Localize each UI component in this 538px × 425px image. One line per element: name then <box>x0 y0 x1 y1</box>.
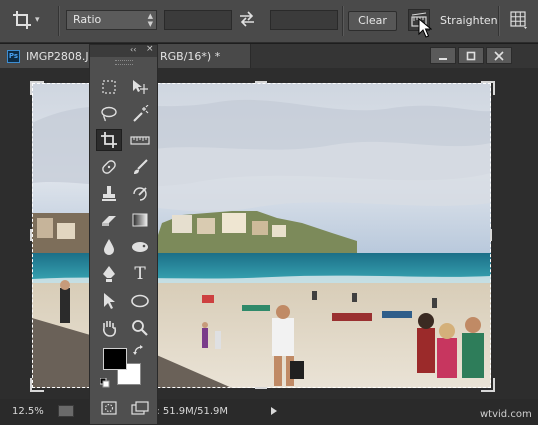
straighten-label: Straighten <box>440 14 498 27</box>
document-title-suffix: RGB/16*) * <box>160 50 221 63</box>
document-tab-bar: Ps IMGP2808.J RGB/16*) * <box>0 44 538 68</box>
zoom-level[interactable]: 12.5% <box>12 406 44 417</box>
height-ratio-input[interactable] <box>270 10 338 30</box>
watermark: wtvid.com <box>480 409 532 420</box>
history-brush-tool[interactable] <box>127 183 153 205</box>
eraser-icon <box>102 216 116 226</box>
collapse-panel-icon[interactable]: ‹‹ <box>130 45 136 54</box>
ratio-select-value: Ratio <box>73 13 102 26</box>
photoshop-file-icon: Ps <box>7 49 20 63</box>
divider <box>498 6 500 36</box>
type-tool[interactable]: T <box>127 263 153 285</box>
foreground-color-swatch[interactable] <box>103 348 127 370</box>
clone-stamp-tool[interactable] <box>96 183 122 205</box>
pen-icon <box>103 266 115 282</box>
maximize-button[interactable] <box>458 47 484 64</box>
ratio-select[interactable]: Ratio ▲ ▼ <box>66 10 157 30</box>
crop-handle-left[interactable] <box>30 229 32 241</box>
drop-icon <box>104 239 114 255</box>
crop-handle-bottom-left[interactable] <box>30 378 44 392</box>
default-colors-icon[interactable] <box>99 377 110 391</box>
swap-colors-icon[interactable] <box>133 345 145 360</box>
swap-icon[interactable] <box>238 11 256 30</box>
screen-mode-button[interactable] <box>127 397 153 419</box>
sponge-icon <box>132 242 148 252</box>
bandage-icon <box>102 160 116 174</box>
crop-handle-top[interactable] <box>255 81 267 83</box>
status-info-icon[interactable] <box>58 405 74 417</box>
updown-arrows-icon: ▲ ▼ <box>147 12 153 28</box>
chevron-down-icon: ▾ <box>35 15 40 25</box>
crop-handle-top-right[interactable] <box>481 81 495 95</box>
marquee-icon <box>102 80 116 94</box>
blur-tool[interactable] <box>96 236 122 258</box>
options-bar: ▾ Ratio ▲ ▼ Clear Straighten <box>0 0 538 43</box>
quick-mask-icon <box>101 401 117 415</box>
clear-button[interactable]: Clear <box>348 11 397 31</box>
arrow-pointer-icon <box>104 293 115 309</box>
tools-panel-header[interactable]: ‹‹ × <box>90 44 157 57</box>
screen-mode-icon <box>131 401 149 415</box>
path-selection-tool[interactable] <box>96 290 122 312</box>
crop-handle-bottom-right[interactable] <box>481 378 495 392</box>
mouse-cursor-icon <box>418 17 433 41</box>
lasso-tool[interactable] <box>96 103 122 125</box>
crop-icon <box>101 132 117 148</box>
close-panel-icon[interactable]: × <box>146 44 154 54</box>
overlay-grid-icon[interactable] <box>510 11 528 32</box>
close-icon <box>494 50 504 61</box>
crop-handle-right[interactable] <box>490 229 492 241</box>
ruler-tool[interactable] <box>127 129 153 151</box>
crop-tool-preset-picker[interactable]: ▾ <box>12 9 50 31</box>
ruler-icon <box>130 136 150 145</box>
hand-tool[interactable] <box>96 317 122 339</box>
brush-icon <box>134 159 148 174</box>
move-tool[interactable] <box>127 76 153 98</box>
quick-mask-button[interactable] <box>96 397 122 419</box>
close-button[interactable] <box>486 47 512 64</box>
magic-wand-icon <box>133 105 149 122</box>
minimize-icon <box>439 57 447 60</box>
divider <box>58 6 60 36</box>
width-ratio-input[interactable] <box>164 10 232 30</box>
hand-icon <box>103 321 117 337</box>
zoom-tool[interactable] <box>127 317 153 339</box>
rectangular-marquee-tool[interactable] <box>96 76 122 98</box>
eraser-tool[interactable] <box>96 209 122 231</box>
magnifier-icon <box>132 320 148 336</box>
gradient-icon <box>132 213 148 227</box>
gradient-tool[interactable] <box>127 209 153 231</box>
crop-handle-bottom[interactable] <box>255 387 267 389</box>
maximize-icon <box>466 51 476 60</box>
crop-icon <box>12 10 32 30</box>
panel-grip[interactable] <box>115 60 133 65</box>
history-brush-icon <box>133 187 147 201</box>
stamp-icon <box>102 186 116 201</box>
window-controls <box>430 47 514 64</box>
spot-healing-brush-tool[interactable] <box>96 156 122 178</box>
type-icon: T <box>134 264 146 284</box>
shape-tool[interactable] <box>127 290 153 312</box>
ellipse-shape-icon <box>131 294 149 308</box>
document-status-bar: 12.5% Doc: 51.9M/51.9M <box>0 399 538 425</box>
dodge-tool[interactable] <box>127 236 153 258</box>
pen-tool[interactable] <box>96 263 122 285</box>
tools-panel: ‹‹ × T <box>89 44 158 425</box>
crop-tool[interactable] <box>96 129 122 151</box>
move-icon <box>133 80 148 94</box>
divider <box>342 6 344 36</box>
magic-wand-tool[interactable] <box>127 103 153 125</box>
document-title: IMGP2808.J <box>26 49 89 63</box>
lasso-icon <box>101 106 117 122</box>
crop-handle-top-left[interactable] <box>30 81 44 95</box>
minimize-button[interactable] <box>430 47 456 64</box>
status-menu-arrow-icon[interactable] <box>271 407 277 415</box>
brush-tool[interactable] <box>127 156 153 178</box>
